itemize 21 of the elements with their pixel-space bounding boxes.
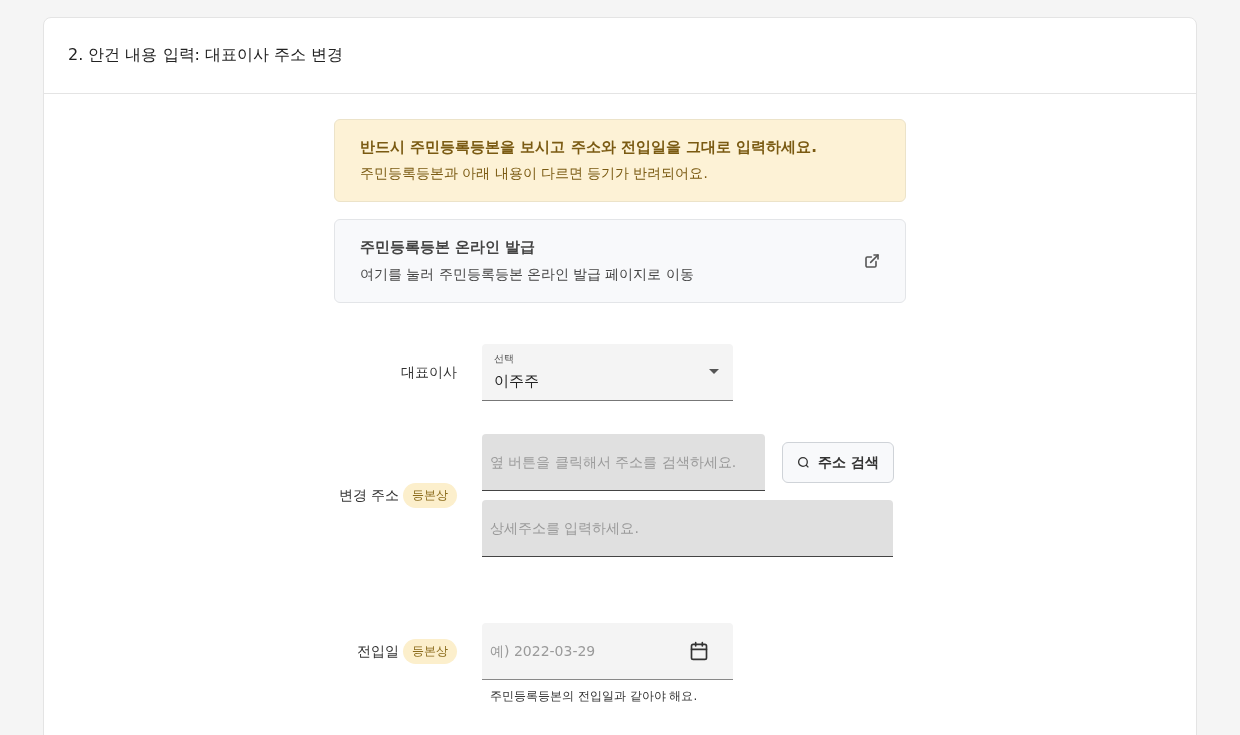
- link-title: 주민등록등본 온라인 발급: [360, 238, 537, 257]
- select-value: 이주주: [494, 372, 540, 391]
- external-link-icon: [864, 253, 880, 269]
- select-label: 선택: [494, 352, 515, 366]
- notice-text: 주민등록등본과 아래 내용이 다르면 등기가 반려되어요.: [360, 165, 709, 183]
- source-badge: 등본상: [403, 639, 457, 664]
- field-label: 변경 주소: [338, 486, 399, 505]
- search-icon: [797, 456, 811, 469]
- link-text: 여기를 눌러 주민등록등본 온라인 발급 페이지로 이동: [360, 266, 694, 284]
- helper-text: 주민등록등본의 전입일과 같아야 해요.: [490, 688, 699, 705]
- issue-link-card[interactable]: 주민등록등본 온라인 발급 여기를 눌러 주민등록등본 온라인 발급 페이지로 이동: [334, 219, 906, 303]
- card-title: 2. 안건 내용 입력: 대표이사 주소 변경: [68, 45, 344, 66]
- date-field[interactable]: 예) 2022-03-29: [482, 623, 733, 680]
- field-label: 대표이사: [401, 363, 457, 382]
- representative-select[interactable]: 선택 이주주: [482, 344, 733, 401]
- address-search-button[interactable]: 주소 검색: [782, 442, 894, 483]
- notice-title: 반드시 주민등록등본을 보시고 주소와 전입일을 그대로 입력하세요.: [360, 138, 819, 157]
- source-badge: 등본상: [403, 483, 457, 508]
- field-label: 전입일: [357, 642, 399, 661]
- caret-icon: [709, 369, 719, 374]
- calendar-icon[interactable]: [689, 641, 709, 661]
